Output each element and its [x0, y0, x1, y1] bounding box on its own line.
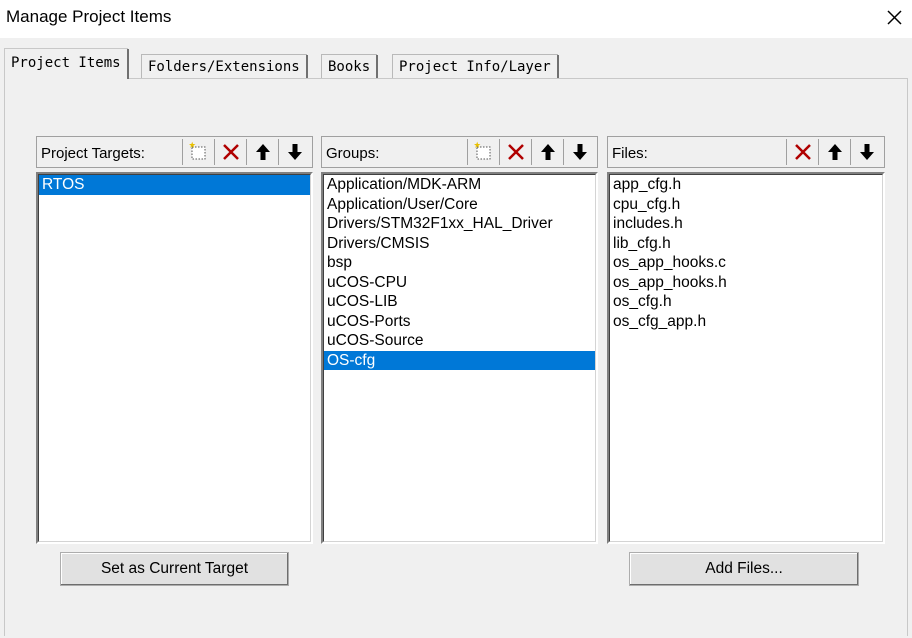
list-item[interactable]: Drivers/STM32F1xx_HAL_Driver	[324, 214, 595, 234]
arrow-up-icon	[540, 144, 555, 160]
delete-target-button[interactable]	[214, 139, 246, 165]
list-item[interactable]: cpu_cfg.h	[610, 195, 882, 215]
title-bar: Manage Project Items	[0, 0, 912, 38]
files-header: Files:	[607, 136, 885, 168]
list-item[interactable]: OS-cfg	[324, 350, 595, 370]
project-targets-header: Project Targets:	[36, 136, 313, 168]
set-current-target-button[interactable]: Set as Current Target	[60, 552, 289, 586]
arrow-down-icon	[572, 144, 587, 160]
list-item[interactable]: uCOS-LIB	[324, 292, 595, 312]
list-item[interactable]: Application/User/Core	[324, 195, 595, 215]
arrow-up-icon	[255, 144, 270, 160]
files-panel: Files: app_cfg.h cpu_cfg.h includes.h li…	[607, 136, 885, 544]
delete-icon	[507, 144, 524, 160]
project-targets-label: Project Targets:	[41, 145, 145, 162]
delete-icon	[222, 144, 239, 160]
groups-list[interactable]: Application/MDK-ARM Application/User/Cor…	[321, 172, 598, 544]
list-item[interactable]: bsp	[324, 253, 595, 273]
move-target-up-button[interactable]	[246, 139, 278, 165]
project-targets-panel: Project Targets: RTOS	[36, 136, 313, 544]
tab-folders-extensions[interactable]: Folders/Extensions	[141, 54, 308, 79]
files-list[interactable]: app_cfg.h cpu_cfg.h includes.h lib_cfg.h…	[607, 172, 885, 544]
tab-label: Project Info/Layer	[399, 59, 551, 75]
new-target-button[interactable]	[182, 139, 214, 165]
tab-label: Project Items	[11, 55, 121, 71]
groups-header: Groups:	[321, 136, 598, 168]
groups-label: Groups:	[326, 145, 380, 162]
new-item-icon	[473, 141, 490, 160]
move-target-down-button[interactable]	[278, 139, 310, 165]
close-button[interactable]	[882, 6, 906, 30]
new-group-button[interactable]	[467, 139, 499, 165]
list-item[interactable]: RTOS	[39, 175, 310, 195]
list-item[interactable]: lib_cfg.h	[610, 234, 882, 254]
delete-group-button[interactable]	[499, 139, 531, 165]
delete-icon	[794, 144, 811, 160]
list-item[interactable]: uCOS-Ports	[324, 312, 595, 332]
move-group-up-button[interactable]	[531, 139, 563, 165]
add-files-button[interactable]: Add Files...	[629, 552, 859, 586]
files-toolbar	[786, 139, 882, 165]
list-item[interactable]: Drivers/CMSIS	[324, 234, 595, 254]
project-targets-toolbar	[182, 139, 310, 165]
list-item[interactable]: uCOS-CPU	[324, 273, 595, 293]
tab-books[interactable]: Books	[321, 54, 379, 79]
close-icon	[887, 10, 902, 25]
list-item[interactable]: os_app_hooks.h	[610, 273, 882, 293]
move-file-down-button[interactable]	[850, 139, 882, 165]
project-targets-list[interactable]: RTOS	[36, 172, 313, 544]
window-title: Manage Project Items	[6, 7, 172, 26]
list-item[interactable]: os_cfg.h	[610, 292, 882, 312]
list-item[interactable]: includes.h	[610, 214, 882, 234]
files-label: Files:	[612, 145, 648, 162]
list-item[interactable]: os_cfg_app.h	[610, 312, 882, 332]
arrow-down-icon	[287, 144, 302, 160]
list-item[interactable]: os_app_hooks.c	[610, 253, 882, 273]
tab-label: Books	[328, 59, 371, 75]
tab-label: Folders/Extensions	[148, 59, 300, 75]
groups-panel: Groups: Application/MDK-ARM Application/…	[321, 136, 598, 544]
list-item[interactable]: Application/MDK-ARM	[324, 175, 595, 195]
arrow-down-icon	[859, 144, 874, 160]
list-item[interactable]: app_cfg.h	[610, 175, 882, 195]
tab-project-info-layer[interactable]: Project Info/Layer	[392, 54, 559, 79]
groups-toolbar	[467, 139, 595, 165]
list-item[interactable]: uCOS-Source	[324, 331, 595, 351]
new-item-icon	[188, 141, 205, 160]
move-group-down-button[interactable]	[563, 139, 595, 165]
tab-project-items[interactable]: Project Items	[4, 48, 129, 79]
arrow-up-icon	[827, 144, 842, 160]
tab-strip: Project Items Folders/Extensions Books P…	[0, 48, 912, 80]
delete-file-button[interactable]	[786, 139, 818, 165]
move-file-up-button[interactable]	[818, 139, 850, 165]
